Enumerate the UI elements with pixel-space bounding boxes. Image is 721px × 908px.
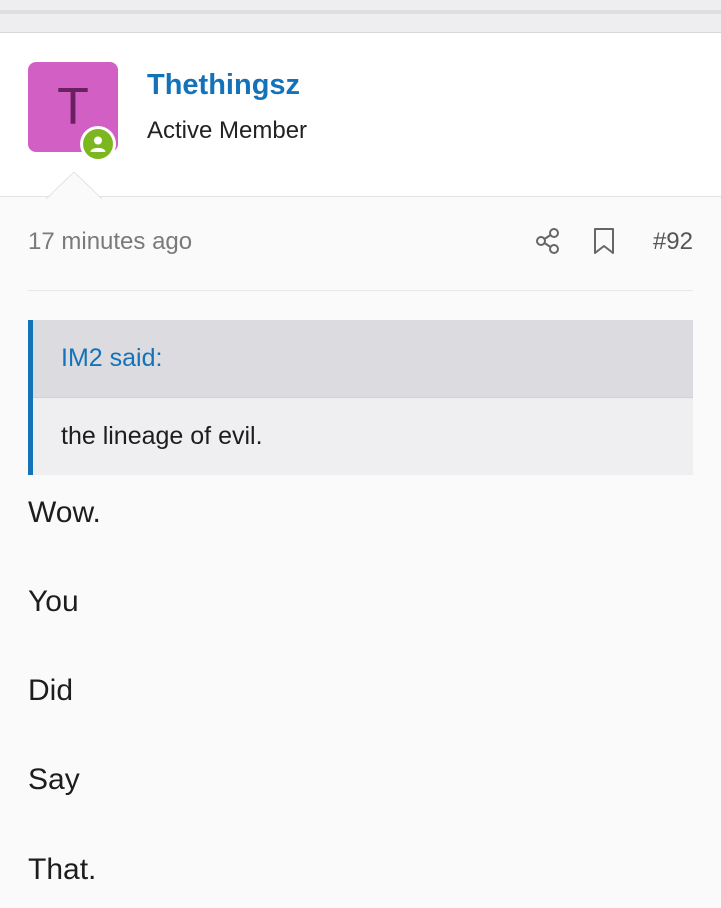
post-timestamp[interactable]: 17 minutes ago [28,228,192,256]
post-body-line: That. [28,853,97,886]
quote-block: IM2 said: the lineage of evil. [28,320,693,475]
post-meta: 17 minutes ago #92 [28,226,693,260]
share-icon[interactable] [534,226,562,256]
quote-attribution-link[interactable]: IM2 said: [33,320,693,398]
post-body-line: You [28,585,79,618]
bookmark-icon[interactable] [590,226,618,256]
divider [28,290,693,291]
top-strip [0,0,721,33]
post-body-line: Wow. [28,496,101,529]
post-body-line: Say [28,763,80,796]
post-author-header: T Thethingsz Active Member [0,33,721,197]
quote-text: the lineage of evil. [61,422,263,450]
user-title: Active Member [147,117,308,144]
post-body-line: Did [28,674,74,707]
header-pointer [46,172,102,200]
online-status-badge [80,126,116,162]
username-link[interactable]: Thethingsz [147,69,300,102]
user-online-icon [83,129,113,159]
avatar-initial: T [57,78,89,136]
post-number-link[interactable]: #92 [653,228,693,256]
